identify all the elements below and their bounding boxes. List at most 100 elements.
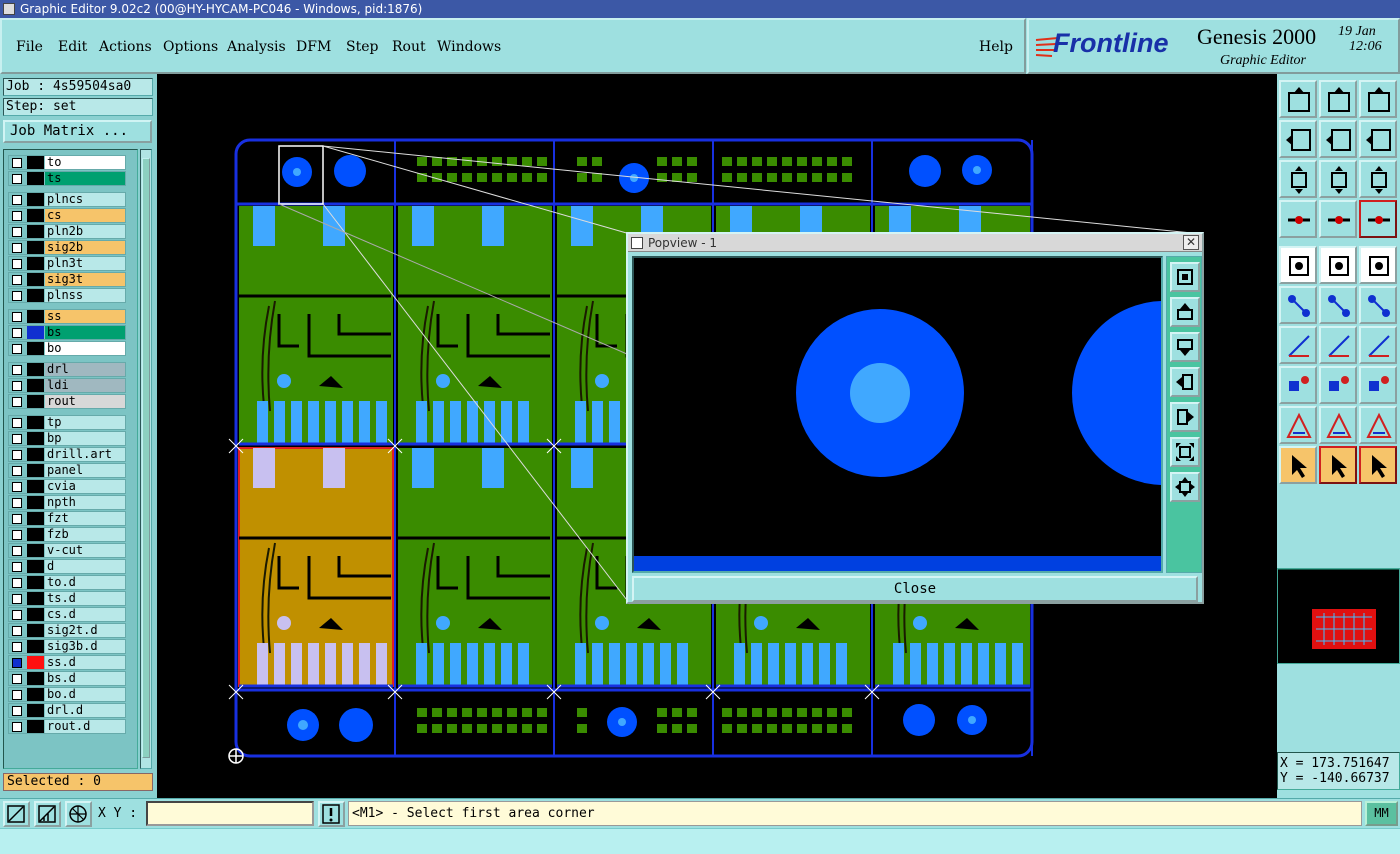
- layer-color-swatch[interactable]: [27, 576, 44, 589]
- layer-color-swatch[interactable]: [27, 688, 44, 701]
- layer-row-bs[interactable]: bs: [8, 325, 126, 340]
- connect-nodes-icon[interactable]: [1279, 286, 1317, 324]
- layer-checkbox[interactable]: [12, 578, 22, 588]
- popview-zoom-in-button[interactable]: [1170, 437, 1200, 467]
- layer-checkbox[interactable]: [12, 562, 22, 572]
- layer-row-ss.d[interactable]: ss.d: [8, 655, 126, 670]
- layer-checkbox[interactable]: [12, 642, 22, 652]
- layer-row-drill.art[interactable]: drill.art: [8, 447, 126, 462]
- menu-step[interactable]: Step: [346, 39, 378, 55]
- layer-checkbox[interactable]: [12, 546, 22, 556]
- grid-icon[interactable]: [65, 801, 92, 827]
- layer-checkbox[interactable]: [12, 211, 22, 221]
- measure-ruler-icon[interactable]: [1359, 246, 1397, 284]
- layer-color-swatch[interactable]: [27, 193, 44, 206]
- layer-row-fzt[interactable]: fzt: [8, 511, 126, 526]
- layer-row-panel[interactable]: panel: [8, 463, 126, 478]
- layer-checkbox[interactable]: [12, 312, 22, 322]
- units-button[interactable]: MM: [1365, 801, 1398, 826]
- pointer-select-icon[interactable]: [1359, 446, 1397, 484]
- layer-row-plncs[interactable]: plncs: [8, 192, 126, 207]
- layer-color-swatch[interactable]: [27, 656, 44, 669]
- layer-row-sig3t[interactable]: sig3t: [8, 272, 126, 287]
- layer-color-swatch[interactable]: [27, 379, 44, 392]
- layer-checkbox[interactable]: [12, 498, 22, 508]
- popview-zoom-button[interactable]: [1170, 262, 1200, 292]
- popview-pan-up-button[interactable]: [1170, 297, 1200, 327]
- layer-row-ts[interactable]: ts: [8, 171, 126, 186]
- menu-dfm[interactable]: DFM: [296, 39, 331, 55]
- layer-color-swatch[interactable]: [27, 624, 44, 637]
- menu-edit[interactable]: Edit: [58, 39, 87, 55]
- layer-color-swatch[interactable]: [27, 464, 44, 477]
- job-matrix-button[interactable]: Job Matrix ...: [3, 120, 152, 143]
- layer-row-cs[interactable]: cs: [8, 208, 126, 223]
- layer-color-swatch[interactable]: [27, 480, 44, 493]
- alert-icon[interactable]: [318, 801, 345, 827]
- layer-color-swatch[interactable]: [27, 512, 44, 525]
- layer-row-bp[interactable]: bp: [8, 431, 126, 446]
- zoom-out-icon[interactable]: [1319, 160, 1357, 198]
- layer-color-swatch[interactable]: [27, 640, 44, 653]
- layer-row-bo[interactable]: bo: [8, 341, 126, 356]
- pan-left-icon[interactable]: [1279, 120, 1317, 158]
- layer-checkbox[interactable]: [12, 610, 22, 620]
- layer-color-swatch[interactable]: [27, 528, 44, 541]
- triangle-icon[interactable]: [1319, 406, 1357, 444]
- triangle-angle-icon[interactable]: [1279, 406, 1317, 444]
- layer-row-d[interactable]: d: [8, 559, 126, 574]
- layer-row-drl[interactable]: drl: [8, 362, 126, 377]
- popview-canvas[interactable]: [632, 256, 1163, 573]
- zoom-in-icon[interactable]: [1279, 160, 1317, 198]
- popview-pan-right-button[interactable]: [1170, 402, 1200, 432]
- layer-color-swatch[interactable]: [27, 289, 44, 302]
- layer-color-swatch[interactable]: [27, 672, 44, 685]
- pan-up-icon[interactable]: [1279, 80, 1317, 118]
- zoom-1-2-icon[interactable]: [1359, 160, 1397, 198]
- layer-row-plnss[interactable]: plnss: [8, 288, 126, 303]
- layer-row-pln2b[interactable]: pln2b: [8, 224, 126, 239]
- layer-checkbox[interactable]: [12, 450, 22, 460]
- ruler-tool-icon[interactable]: [1279, 200, 1317, 238]
- layer-checkbox[interactable]: [12, 381, 22, 391]
- layer-checkbox[interactable]: [12, 658, 22, 668]
- xy-input[interactable]: [146, 801, 314, 826]
- angle-icon[interactable]: [1279, 326, 1317, 364]
- snap-icon[interactable]: [3, 801, 30, 827]
- layer-row-rout.d[interactable]: rout.d: [8, 719, 126, 734]
- close-icon[interactable]: ✕: [1183, 235, 1199, 250]
- layer-color-swatch[interactable]: [27, 273, 44, 286]
- popview-title-bar[interactable]: Popview - 1 ✕: [628, 234, 1202, 252]
- layer-row-sig2t.d[interactable]: sig2t.d: [8, 623, 126, 638]
- layer-color-swatch[interactable]: [27, 592, 44, 605]
- popview-close-button[interactable]: Close: [632, 576, 1198, 602]
- layer-row-bo.d[interactable]: bo.d: [8, 687, 126, 702]
- layer-row-sig2b[interactable]: sig2b: [8, 240, 126, 255]
- popview-pan-left-button[interactable]: [1170, 367, 1200, 397]
- menu-actions[interactable]: Actions: [99, 39, 152, 55]
- layer-row-rout[interactable]: rout: [8, 394, 126, 409]
- layer-color-swatch[interactable]: [27, 257, 44, 270]
- layer-row-tp[interactable]: tp: [8, 415, 126, 430]
- undo-view-icon[interactable]: [1359, 120, 1397, 158]
- draw-line-icon[interactable]: [1319, 246, 1357, 284]
- layer-list-scrollbar[interactable]: [140, 149, 152, 769]
- layer-checkbox[interactable]: [12, 594, 22, 604]
- layer-color-swatch[interactable]: [27, 241, 44, 254]
- layer-color-swatch[interactable]: [27, 209, 44, 222]
- layer-color-swatch[interactable]: [27, 156, 44, 169]
- layer-row-fzb[interactable]: fzb: [8, 527, 126, 542]
- menu-file[interactable]: File: [16, 39, 43, 55]
- popview-pan-down-button[interactable]: [1170, 332, 1200, 362]
- layer-checkbox[interactable]: [12, 259, 22, 269]
- menu-help[interactable]: Help: [979, 39, 1013, 55]
- layer-row-ts.d[interactable]: ts.d: [8, 591, 126, 606]
- layer-row-v-cut[interactable]: v-cut: [8, 543, 126, 558]
- trace-icon[interactable]: [1319, 366, 1357, 404]
- layer-checkbox[interactable]: [12, 365, 22, 375]
- layer-color-swatch[interactable]: [27, 432, 44, 445]
- layer-color-swatch[interactable]: [27, 448, 44, 461]
- layer-row-to.d[interactable]: to.d: [8, 575, 126, 590]
- layer-row-ss[interactable]: ss: [8, 309, 126, 324]
- rotate-icon[interactable]: [1359, 326, 1397, 364]
